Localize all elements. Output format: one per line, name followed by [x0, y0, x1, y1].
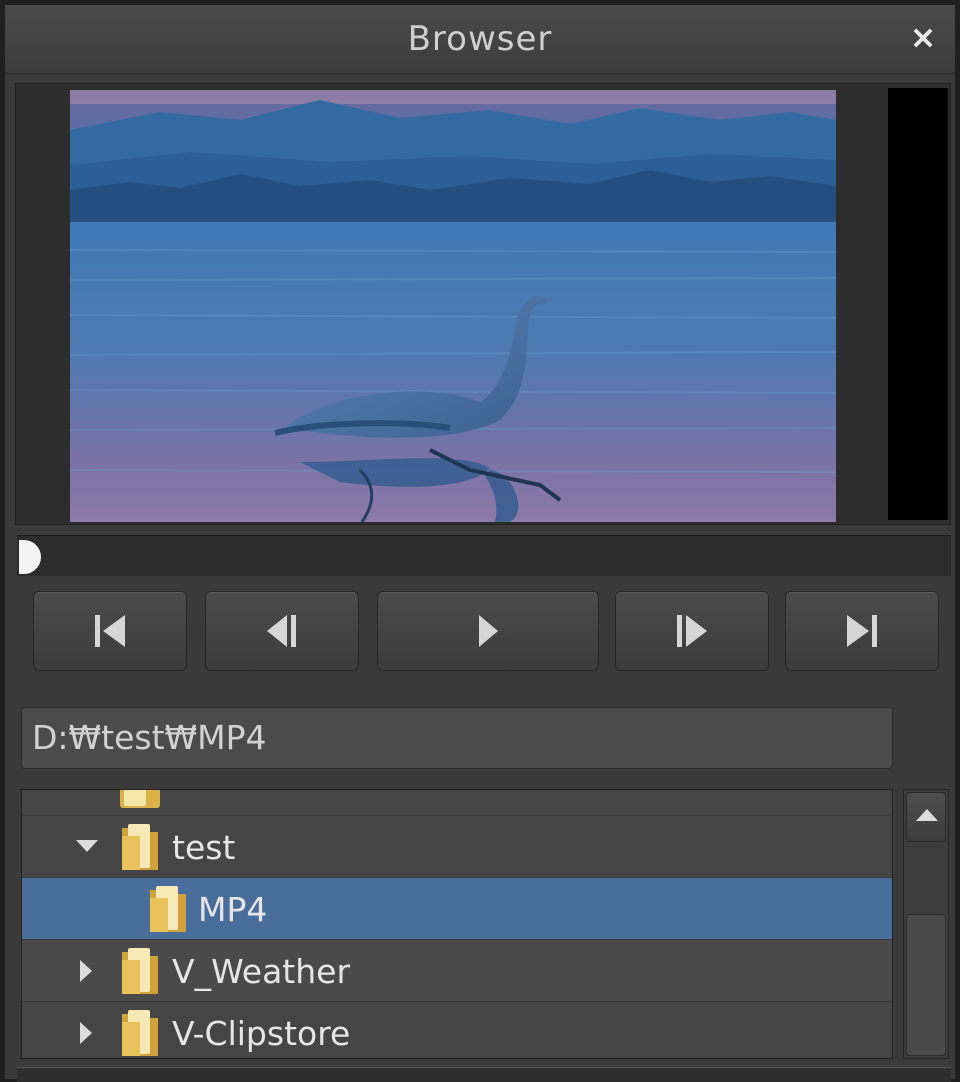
step-back-button[interactable] [205, 591, 359, 671]
path-text: D:₩test₩MP4 [32, 718, 267, 757]
play-button[interactable] [377, 591, 599, 671]
tree-row-v-clipstore[interactable]: V-Clipstore [22, 1002, 892, 1058]
close-button[interactable]: × [905, 19, 941, 55]
tree-label-v-weather: V_Weather [172, 952, 351, 991]
play-icon [479, 615, 498, 647]
tree-row-test[interactable]: test [22, 816, 892, 878]
path-field[interactable]: D:₩test₩MP4 [21, 707, 893, 769]
folder-icon [122, 948, 158, 994]
tree-label-mp4: MP4 [198, 890, 268, 929]
folder-icon [122, 824, 158, 870]
expand-right-icon[interactable] [80, 960, 92, 982]
step-forward-icon [677, 615, 707, 647]
folder-tree: test MP4 V_Weather V-Clipstore [21, 789, 893, 1059]
expand-down-icon[interactable] [76, 840, 98, 852]
panel-title: Browser [407, 19, 553, 59]
go-to-start-button[interactable] [33, 591, 187, 671]
folder-icon [122, 1010, 158, 1056]
skip-to-end-icon [847, 615, 877, 647]
timeline-scrubber[interactable] [17, 535, 951, 576]
scroll-up-button[interactable] [906, 792, 946, 842]
step-forward-button[interactable] [615, 591, 769, 671]
tree-row-mp4[interactable]: MP4 [22, 878, 892, 940]
browser-panel: Browser × D:₩test₩MP4 test MP4 V_Weather… [4, 4, 956, 1082]
playhead-handle[interactable] [19, 540, 41, 574]
video-preview [15, 83, 951, 525]
tree-label-test: test [172, 828, 236, 867]
step-back-icon [267, 615, 296, 647]
title-bar: Browser × [5, 5, 955, 74]
preview-letterbox [888, 88, 948, 520]
go-to-end-button[interactable] [785, 591, 939, 671]
tree-row-v-weather[interactable]: V_Weather [22, 940, 892, 1002]
preview-image [70, 90, 836, 522]
tree-row-partial-top[interactable] [22, 790, 892, 816]
scroll-thumb[interactable] [906, 914, 946, 1056]
expand-right-icon[interactable] [80, 1022, 92, 1044]
skip-to-start-icon [95, 615, 125, 647]
tree-scrollbar[interactable] [903, 789, 949, 1059]
folder-icon [120, 790, 160, 808]
tree-label-v-clipstore: V-Clipstore [172, 1014, 351, 1053]
folder-icon [150, 886, 186, 932]
